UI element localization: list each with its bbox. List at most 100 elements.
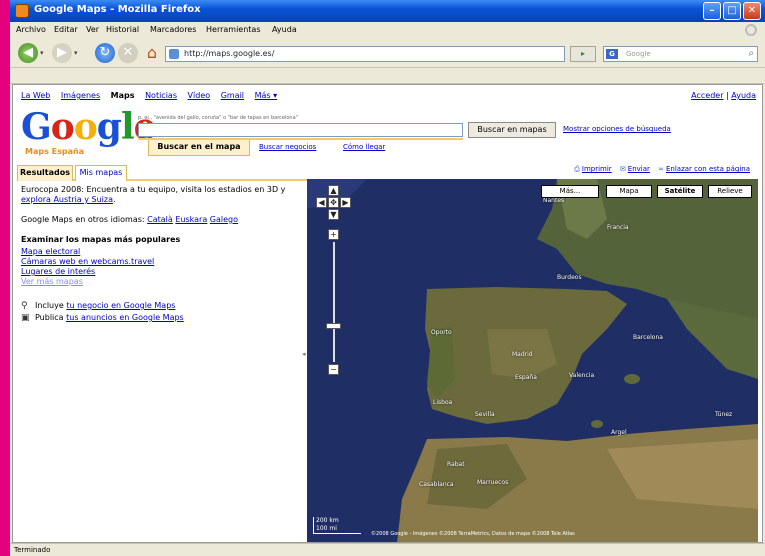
results-panel: Eurocopa 2008: Encuentra a tu equipo, vi… xyxy=(21,185,303,323)
promo-link[interactable]: explora Austria y Suiza xyxy=(21,195,113,204)
go-button[interactable]: ▸ xyxy=(570,46,596,62)
menu-herramientas[interactable]: Herramientas xyxy=(206,25,261,34)
pan-west-icon[interactable]: ◀ xyxy=(316,197,327,208)
search-placeholder[interactable]: Google xyxy=(626,50,651,58)
nav-gmail[interactable]: Gmail xyxy=(221,91,244,100)
map-scale: 200 km 100 mi xyxy=(313,517,361,534)
nav-web[interactable]: La Web xyxy=(21,91,50,100)
place-label: Oporto xyxy=(431,329,452,336)
minimize-button[interactable]: – xyxy=(703,2,721,20)
menu-editar[interactable]: Editar xyxy=(54,25,78,34)
back-arrow-icon[interactable]: ◀ xyxy=(18,43,38,63)
menu-marcadores[interactable]: Marcadores xyxy=(150,25,196,34)
scale-km: 200 km xyxy=(316,517,339,524)
help-link[interactable]: Ayuda xyxy=(731,91,756,100)
popular-map-link[interactable]: Cámaras web en webcams.travel xyxy=(21,257,303,267)
menu-ver[interactable]: Ver xyxy=(86,25,99,34)
map-pin-icon: ⚲ xyxy=(21,301,28,311)
send-link[interactable]: Enviar xyxy=(628,165,650,173)
browser-search-box[interactable]: G Google ⌕ xyxy=(603,46,758,62)
tab-search-business[interactable]: Buscar negocios xyxy=(259,143,316,151)
tab-search-map[interactable]: Buscar en el mapa xyxy=(148,140,250,156)
menu-historial[interactable]: Historial xyxy=(106,25,139,34)
pan-east-icon[interactable]: ▶ xyxy=(340,197,351,208)
logo-subtitle: Maps España xyxy=(25,147,85,156)
address-url[interactable]: http://maps.google.es/ xyxy=(184,49,274,58)
zoom-in-button[interactable]: + xyxy=(328,229,339,240)
account-links: Acceder | Ayuda xyxy=(691,91,756,100)
close-button[interactable]: ✕ xyxy=(743,2,761,20)
scale-mi: 100 mi xyxy=(316,525,337,532)
tab-my-maps[interactable]: Mis mapas xyxy=(75,165,127,181)
menu-archivo[interactable]: Archivo xyxy=(16,25,46,34)
popular-maps-heading: Examinar los mapas más populares xyxy=(21,235,181,244)
map-actions: ⎙ Imprimir ✉ Enviar ∞ Enlazar con esta pági… xyxy=(574,165,756,174)
tab-results[interactable]: Resultados xyxy=(17,165,73,181)
ads-link[interactable]: tus anuncios en Google Maps xyxy=(66,313,184,322)
pan-north-icon[interactable]: ▲ xyxy=(328,185,339,196)
map-type-terrain-button[interactable]: Relieve xyxy=(708,185,752,198)
zoom-out-button[interactable]: − xyxy=(328,364,339,375)
print-link[interactable]: Imprimir xyxy=(582,165,612,173)
search-options-link[interactable]: Mostrar opciones de búsqueda xyxy=(563,125,671,133)
zoom-slider-track[interactable] xyxy=(333,242,335,362)
place-label: España xyxy=(515,374,537,381)
pan-south-icon[interactable]: ▼ xyxy=(328,209,339,220)
nav-news[interactable]: Noticias xyxy=(145,91,177,100)
maximize-button[interactable]: □ xyxy=(723,2,741,20)
menu-ayuda[interactable]: Ayuda xyxy=(272,25,297,34)
page-favicon-icon xyxy=(169,49,179,59)
popular-map-link[interactable]: Lugares de interés xyxy=(21,267,303,277)
nav-more[interactable]: Más ▾ xyxy=(255,91,278,100)
nav-video[interactable]: Vídeo xyxy=(188,91,211,100)
place-label: Burdeos xyxy=(557,274,582,281)
home-icon[interactable]: ⌂ xyxy=(142,43,162,63)
ads-icon: ▣ xyxy=(21,313,30,323)
back-history-dropdown-icon[interactable]: ▾ xyxy=(40,49,44,57)
maps-search-input[interactable] xyxy=(138,123,463,137)
languages-intro: Google Maps en otros idiomas: xyxy=(21,215,148,224)
place-label: Lisboa xyxy=(433,399,453,406)
pan-center-icon[interactable]: ✥ xyxy=(328,197,339,208)
languages-line: Google Maps en otros idiomas: Català Eus… xyxy=(21,215,303,225)
place-label: Francia xyxy=(607,224,629,231)
satellite-map[interactable]: Nantes Francia Burdeos Oporto España Mad… xyxy=(307,179,758,542)
ads-row: ▣ Publica tus anuncios en Google Maps xyxy=(21,313,303,323)
google-maps-logo[interactable]: Google Maps España xyxy=(21,107,157,156)
status-bar: Terminado xyxy=(10,543,765,556)
forward-arrow-icon[interactable]: ▶ xyxy=(52,43,72,63)
panel-collapse-handle[interactable]: ◂ xyxy=(302,350,306,358)
map-type-satellite-button[interactable]: Satélite xyxy=(657,185,703,198)
zoom-slider-thumb[interactable] xyxy=(326,322,341,329)
tab-directions[interactable]: Cómo llegar xyxy=(343,143,385,151)
nav-images[interactable]: Imágenes xyxy=(61,91,100,100)
place-label: Argel xyxy=(611,429,627,436)
forward-history-dropdown-icon[interactable]: ▾ xyxy=(74,49,78,57)
activity-throbber-icon xyxy=(745,24,757,36)
euro-promo: Eurocopa 2008: Encuentra a tu equipo, vi… xyxy=(21,185,303,205)
google-top-nav: La Web Imágenes Maps Noticias Vídeo Gmai… xyxy=(21,91,285,100)
signin-link[interactable]: Acceder xyxy=(691,91,723,100)
menu-bar: Archivo Editar Ver Historial Marcadores … xyxy=(10,22,765,38)
more-maps-link[interactable]: Ver más mapas xyxy=(21,277,303,287)
language-link[interactable]: Euskara xyxy=(175,215,207,224)
map-type-more-button[interactable]: Más... xyxy=(541,185,599,198)
link-to-page[interactable]: Enlazar con esta página xyxy=(666,165,750,173)
title-bar: Google Maps - Mozilla Firefox – □ ✕ xyxy=(10,0,765,22)
search-engine-icon[interactable]: G xyxy=(606,49,618,59)
address-bar[interactable]: http://maps.google.es/ xyxy=(165,46,565,62)
search-maps-button[interactable]: Buscar en mapas xyxy=(468,122,556,138)
chain-link-icon[interactable]: ∞ xyxy=(658,165,664,173)
place-label: Valencia xyxy=(569,372,595,379)
language-link[interactable]: Català xyxy=(147,215,173,224)
search-icon[interactable]: ⌕ xyxy=(748,48,754,59)
business-link[interactable]: tu negocio en Google Maps xyxy=(66,301,175,310)
map-type-map-button[interactable]: Mapa xyxy=(606,185,652,198)
stop-icon[interactable]: ✕ xyxy=(118,43,138,63)
email-icon[interactable]: ✉ xyxy=(620,165,626,173)
popular-map-link[interactable]: Mapa electoral xyxy=(21,247,303,257)
language-link[interactable]: Galego xyxy=(210,215,238,224)
search-mode-tabs: Buscar en el mapa Buscar negocios Cómo l… xyxy=(138,138,463,156)
printer-icon[interactable]: ⎙ xyxy=(574,165,580,173)
reload-icon[interactable]: ↻ xyxy=(95,43,115,63)
